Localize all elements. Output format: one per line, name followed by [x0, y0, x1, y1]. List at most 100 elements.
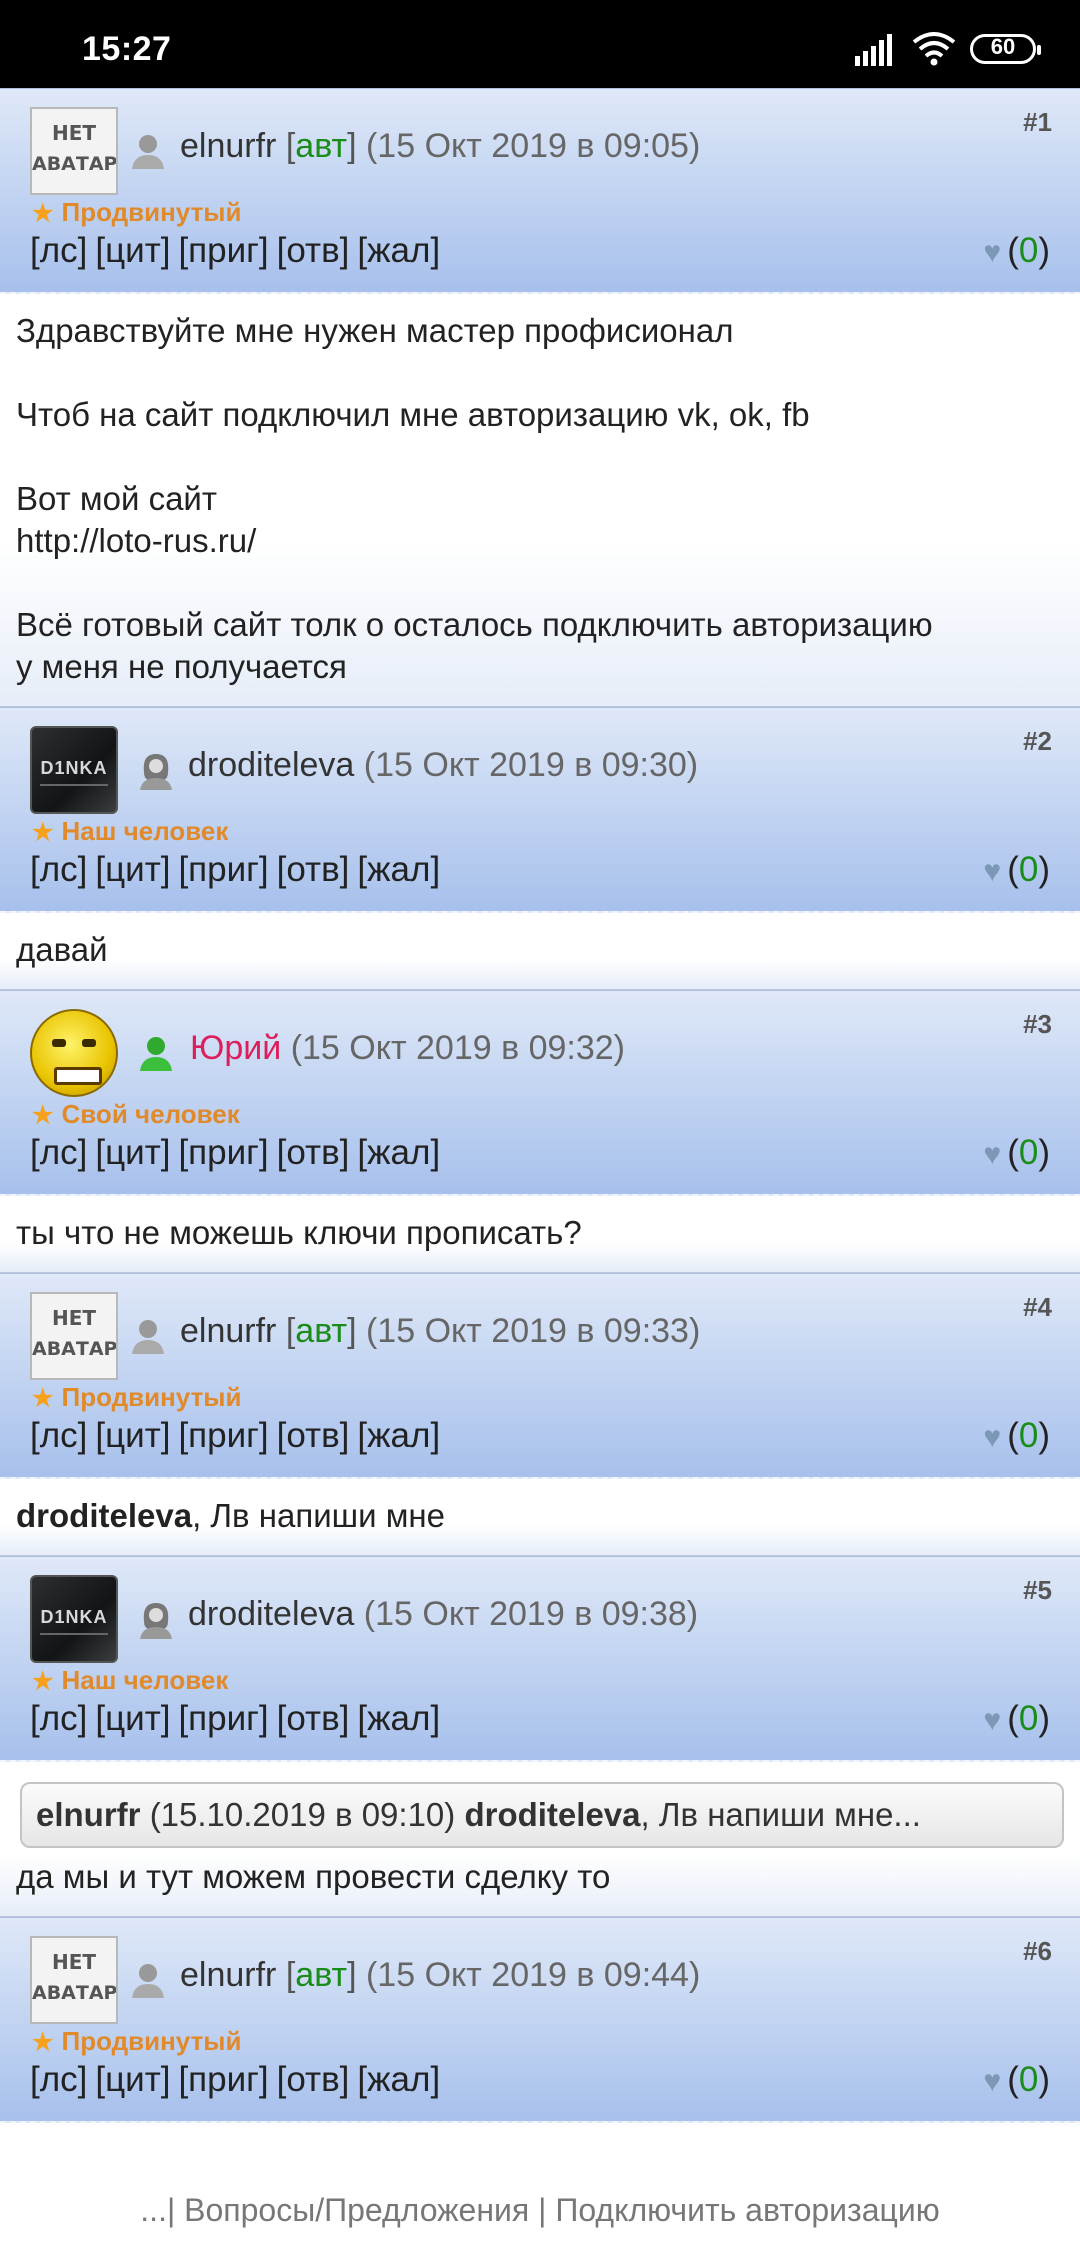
status-time: 15:27	[82, 30, 172, 68]
user-rank: ★ Продвинутый	[32, 1382, 242, 1413]
post-header: НЕТ АВАТАРА elnurfr [авт] (15 Окт 2019 в…	[0, 1273, 1080, 1479]
heart-icon: ♥	[983, 236, 1002, 269]
battery-level: 60	[990, 34, 1016, 59]
avatar[interactable]: D1NKA	[30, 1575, 118, 1663]
action-report[interactable]: [жал]	[357, 1133, 440, 1172]
action-pm[interactable]: [лс]	[30, 850, 87, 889]
post-header: D1NKA droditeleva (15 Окт 2019 в 09:30) …	[0, 707, 1080, 913]
like-button[interactable]: ♥ (0)	[983, 850, 1050, 890]
action-reply[interactable]: [отв]	[277, 231, 350, 270]
action-invite[interactable]: [приг]	[178, 231, 268, 270]
like-count: 0	[1018, 850, 1039, 889]
post-actions: [лс] [цит] [приг] [отв] [жал]	[30, 1699, 448, 1739]
footer-link-auth[interactable]: Подключить авторизацию	[555, 2192, 939, 2228]
footer-nav: ...| Вопросы/Предложения | Подключить ав…	[0, 2192, 1080, 2229]
action-reply[interactable]: [отв]	[277, 1416, 350, 1455]
action-quote[interactable]: [цит]	[95, 1699, 170, 1738]
action-reply[interactable]: [отв]	[277, 850, 350, 889]
like-button[interactable]: ♥ (0)	[983, 1416, 1050, 1456]
action-reply[interactable]: [отв]	[277, 1699, 350, 1738]
post-date: (15 Окт 2019 в 09:33)	[365, 1312, 701, 1350]
post-link[interactable]: http://loto-rus.ru/	[16, 520, 1064, 562]
action-invite[interactable]: [приг]	[178, 1416, 268, 1455]
action-pm[interactable]: [лс]	[30, 231, 87, 270]
action-quote[interactable]: [цит]	[95, 1416, 170, 1455]
post-actions: [лс] [цит] [приг] [отв] [жал]	[30, 1416, 448, 1456]
rank-label: Продвинутый	[61, 2026, 242, 2056]
action-pm[interactable]: [лс]	[30, 1699, 87, 1738]
like-button[interactable]: ♥ (0)	[983, 1699, 1050, 1739]
post-body: droditeleva, Лв напиши мне	[0, 1479, 1080, 1556]
battery-icon: 60	[970, 34, 1041, 64]
post-actions: [лс] [цит] [приг] [отв] [жал]	[30, 1133, 448, 1173]
user-rank: ★ Свой человек	[32, 1099, 240, 1130]
avatar[interactable]: НЕТ АВАТАРА	[30, 1292, 118, 1380]
post-date: (15 Окт 2019 в 09:44)	[365, 1956, 701, 1994]
action-report[interactable]: [жал]	[357, 850, 440, 889]
username-link[interactable]: Юрий	[190, 1029, 281, 1067]
star-icon: ★	[32, 200, 54, 227]
action-report[interactable]: [жал]	[357, 231, 440, 270]
action-report[interactable]: [жал]	[357, 2060, 440, 2099]
avatar-text: АВАТАРА	[32, 153, 118, 175]
quote-date: (15.10.2019 в 09:10)	[149, 1796, 456, 1833]
post-header: Юрий (15 Окт 2019 в 09:32) #3 ★ Свой чело…	[0, 990, 1080, 1196]
action-reply[interactable]: [отв]	[277, 2060, 350, 2099]
star-icon: ★	[32, 1668, 54, 1695]
post-number[interactable]: #1	[1023, 107, 1052, 138]
heart-icon: ♥	[983, 2065, 1002, 2098]
like-button[interactable]: ♥ (0)	[983, 1133, 1050, 1173]
action-quote[interactable]: [цит]	[95, 2060, 170, 2099]
avatar-text: D1NKA	[40, 758, 108, 778]
action-pm[interactable]: [лс]	[30, 1416, 87, 1455]
username-link[interactable]: elnurfr	[180, 1956, 276, 1994]
rank-label: Продвинутый	[61, 1382, 242, 1412]
action-invite[interactable]: [приг]	[178, 1699, 268, 1738]
heart-icon: ♥	[983, 1421, 1002, 1454]
post-number[interactable]: #5	[1023, 1575, 1052, 1606]
user-rank: ★ Наш человек	[32, 816, 228, 847]
wifi-icon	[912, 32, 956, 66]
action-pm[interactable]: [лс]	[30, 2060, 87, 2099]
post-number[interactable]: #6	[1023, 1936, 1052, 1967]
like-button[interactable]: ♥ (0)	[983, 2060, 1050, 2100]
user-female-icon	[140, 754, 172, 790]
mention-link[interactable]: droditeleva	[16, 1497, 192, 1534]
post-header: НЕТ АВАТАРА elnurfr [авт] (15 Окт 2019 в…	[0, 1917, 1080, 2123]
post-header: НЕТ АВАТАРА elnurfr [авт] (15 Окт 2019 в…	[0, 88, 1080, 294]
avatar[interactable]: НЕТ АВАТАРА	[30, 107, 118, 195]
post-number[interactable]: #4	[1023, 1292, 1052, 1323]
avatar[interactable]: D1NKA	[30, 726, 118, 814]
status-bar: 15:27 60	[0, 0, 1080, 88]
username-link[interactable]: droditeleva	[188, 1595, 354, 1633]
username-link[interactable]: elnurfr	[180, 127, 276, 165]
user-gray-icon	[132, 1320, 164, 1354]
post-actions: [лс] [цит] [приг] [отв] [жал]	[30, 231, 448, 271]
action-quote[interactable]: [цит]	[95, 231, 170, 270]
quote-block[interactable]: elnurfr (15.10.2019 в 09:10) droditeleva…	[20, 1782, 1064, 1848]
author-tag: авт	[295, 1312, 348, 1350]
author-tag: авт	[295, 1956, 348, 1994]
post-number[interactable]: #3	[1023, 1009, 1052, 1040]
username-link[interactable]: droditeleva	[188, 746, 354, 784]
action-report[interactable]: [жал]	[357, 1416, 440, 1455]
quote-author[interactable]: elnurfr	[36, 1796, 141, 1833]
action-quote[interactable]: [цит]	[95, 1133, 170, 1172]
username-link[interactable]: elnurfr	[180, 1312, 276, 1350]
action-invite[interactable]: [приг]	[178, 2060, 268, 2099]
action-reply[interactable]: [отв]	[277, 1133, 350, 1172]
avatar[interactable]	[30, 1009, 118, 1097]
avatar[interactable]: НЕТ АВАТАРА	[30, 1936, 118, 2024]
footer-link-feedback[interactable]: Вопросы/Предложения	[184, 2192, 529, 2228]
action-report[interactable]: [жал]	[357, 1699, 440, 1738]
action-pm[interactable]: [лс]	[30, 1133, 87, 1172]
user-green-icon	[140, 1037, 172, 1071]
action-quote[interactable]: [цит]	[95, 850, 170, 889]
post-number[interactable]: #2	[1023, 726, 1052, 757]
action-invite[interactable]: [приг]	[178, 1133, 268, 1172]
quote-mention[interactable]: droditeleva	[464, 1796, 640, 1833]
like-button[interactable]: ♥ (0)	[983, 231, 1050, 271]
thread: НЕТ АВАТАРА elnurfr [авт] (15 Окт 2019 в…	[0, 88, 1080, 2123]
action-invite[interactable]: [приг]	[178, 850, 268, 889]
heart-icon: ♥	[983, 855, 1002, 888]
